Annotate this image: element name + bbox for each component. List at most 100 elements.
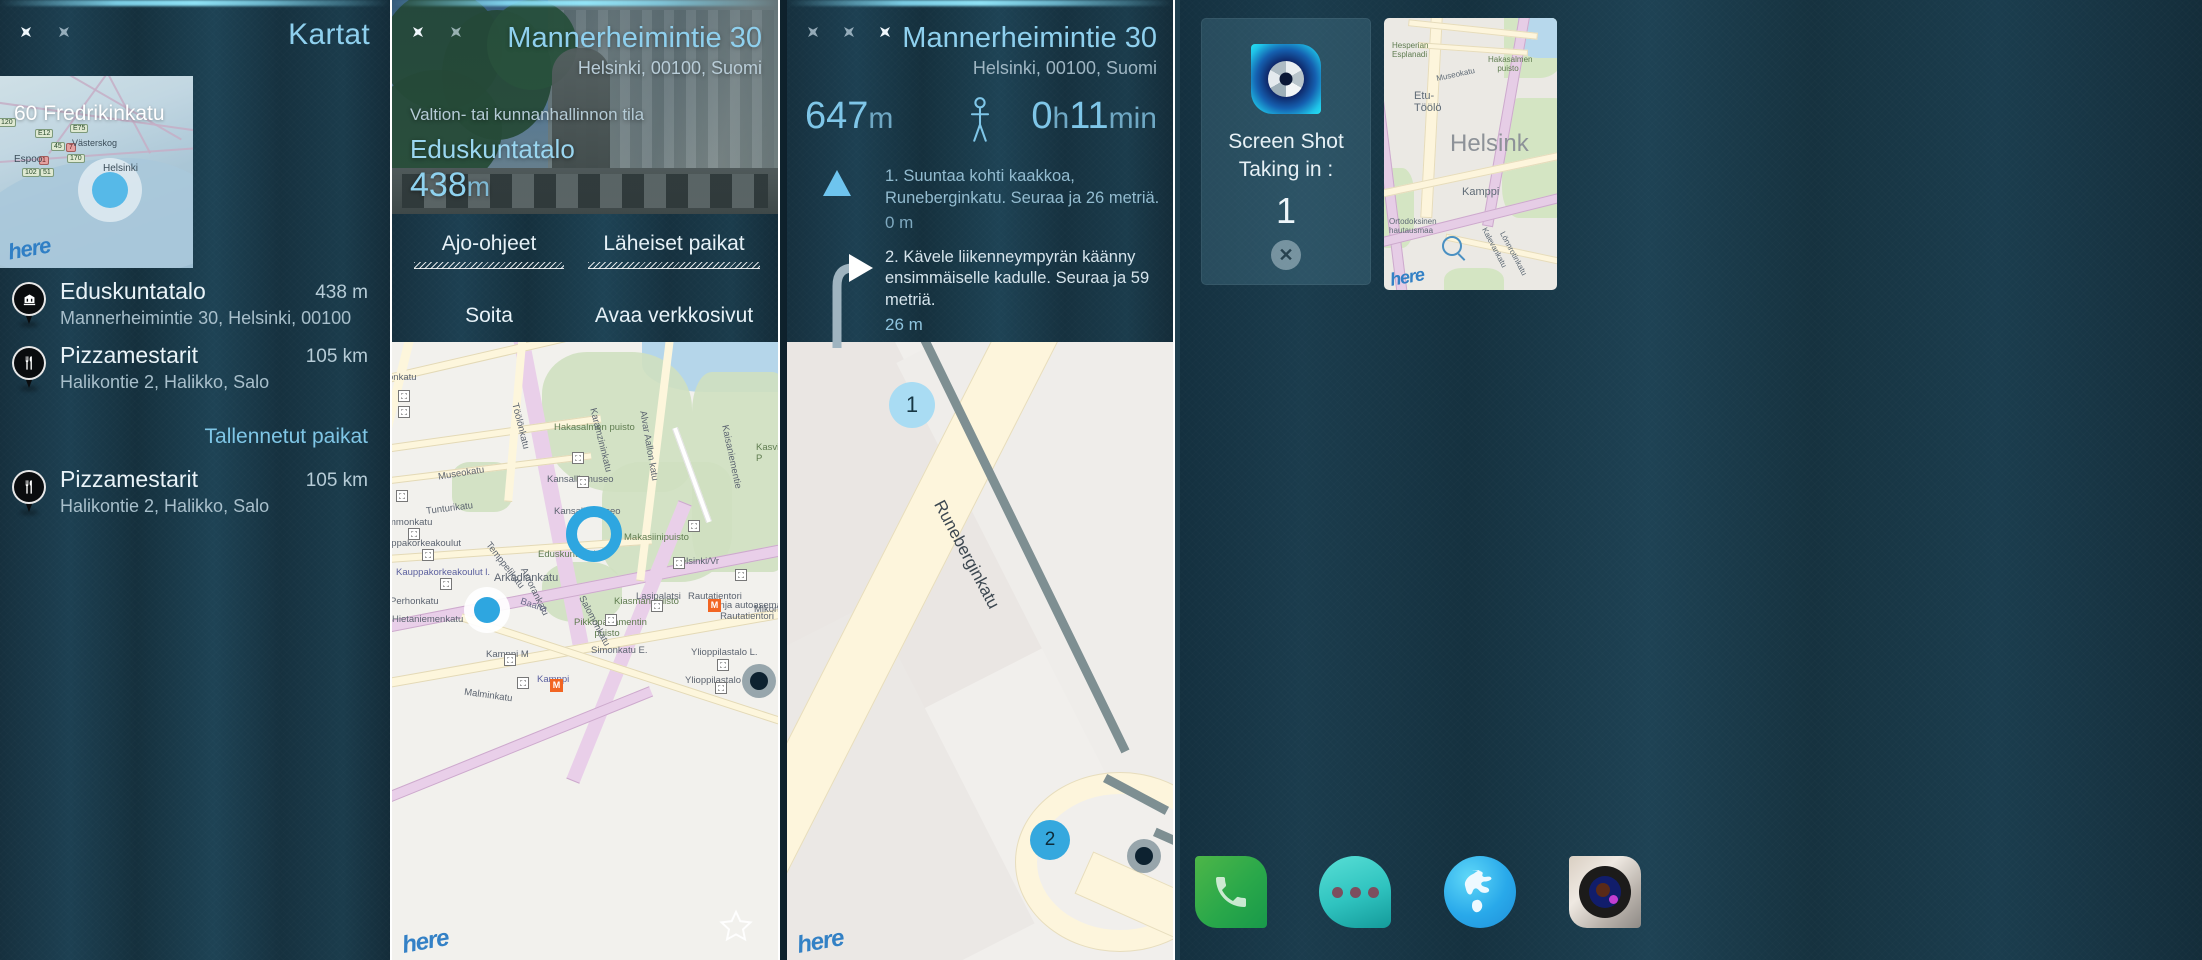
- step-text: 1. Suuntaa kohti kaakkoa, Runeberginkatu…: [885, 167, 1160, 207]
- action-underline: [588, 262, 760, 269]
- place-category: Valtion- tai kunnanhallinnon tila: [410, 105, 645, 124]
- step-text: 2. Kävele liikenneympyrän käänny ensimmä…: [885, 247, 1150, 310]
- map-label: Hesperian Esplanadi: [1392, 41, 1429, 59]
- map-label: Malminkatu: [463, 686, 514, 705]
- dock: [1180, 848, 2202, 936]
- star-outline-icon[interactable]: [716, 906, 756, 946]
- list-item[interactable]: Pizzamestarit Halikontie 2, Halikko, Sal…: [0, 464, 390, 534]
- app-cover-maps-list[interactable]: Kartat 120 E12 E75 45 7 170 1 51 102 Esp…: [0, 0, 390, 960]
- list-item[interactable]: Eduskuntatalo Mannerheimintie 30, Helsin…: [0, 276, 390, 346]
- navigation-step[interactable]: 1. Suuntaa kohti kaakkoa, Runeberginkatu…: [885, 166, 1163, 233]
- map-label: Arkadiankatu: [494, 572, 559, 584]
- duration-hours-unit: h: [1052, 102, 1070, 135]
- destination-dot: [742, 664, 776, 698]
- place-distance-value: 438: [410, 166, 467, 204]
- maneuver-track: [817, 168, 873, 348]
- top-glow: [0, 0, 390, 6]
- total-distance: 647m: [805, 95, 893, 138]
- map-label: Museokatu: [1435, 66, 1476, 83]
- map-label: Ortodoksinen hautausmaa: [1389, 217, 1437, 235]
- place-actions: Ajo-ohjeet Läheiset paikat Soita Avaa ve…: [392, 214, 778, 342]
- list-item[interactable]: Pizzamestarit Halikontie 2, Halikko, Sal…: [0, 340, 390, 410]
- dock-item-camera[interactable]: [1569, 856, 1641, 928]
- total-distance-value: 647: [805, 95, 869, 137]
- app-cover-navigation[interactable]: Mannerheimintie 30 Helsinki, 00100, Suom…: [787, 0, 1173, 960]
- map-label: Hakasalmen puisto: [1488, 55, 1533, 73]
- route-map[interactable]: 1 2 Runeberginkatu here: [787, 342, 1173, 960]
- map-thumbnail-label: 60 Fredrikinkatu: [14, 102, 165, 125]
- screenshot-line1: Screen Shot: [1228, 130, 1344, 153]
- navigation-step[interactable]: 2. Kävele liikenneympyrän käänny ensimmä…: [885, 247, 1163, 335]
- nearby-places-button[interactable]: Läheiset paikat: [588, 232, 760, 269]
- map-label: Hietaniemenkatu: [392, 614, 464, 625]
- home-screen[interactable]: Screen Shot Taking in : 1 ✕ Hesperian Es…: [1180, 0, 2202, 960]
- place-distance: 438m: [410, 166, 490, 205]
- sparkle-icon: [16, 22, 36, 42]
- step-distance: 26 m: [885, 314, 923, 334]
- directions-label: Ajo-ohjeet: [441, 232, 537, 255]
- dock-item-messages[interactable]: [1319, 856, 1391, 928]
- screenshot-line2: Taking in :: [1238, 157, 1334, 181]
- close-icon[interactable]: ✕: [1271, 240, 1301, 270]
- dock-item-browser[interactable]: [1444, 856, 1516, 928]
- nearby-places-label: Läheiset paikat: [603, 232, 745, 255]
- step-distance: 0 m: [885, 212, 914, 232]
- map-label: Makasiinipuisto: [624, 532, 689, 543]
- call-button[interactable]: Soita: [414, 304, 564, 328]
- place-title: Mannerheimintie 30: [507, 22, 762, 54]
- location-dot: [464, 587, 510, 633]
- screenshot-countdown-widget[interactable]: Screen Shot Taking in : 1 ✕: [1201, 18, 1371, 285]
- screenshot-countdown: 1: [1275, 190, 1297, 231]
- panel-divider: [778, 0, 780, 960]
- magnifier-icon[interactable]: [1442, 236, 1462, 256]
- home-screen-multitask-view: Kartat 120 E12 E75 45 7 170 1 51 102 Esp…: [0, 0, 2202, 960]
- directions-button[interactable]: Ajo-ohjeet: [414, 232, 564, 269]
- ambience-sparkles: [16, 22, 74, 42]
- map-thumbnail[interactable]: 120 E12 E75 45 7 170 1 51 102 Espoo Hels…: [0, 76, 193, 268]
- app-cover-place-detail[interactable]: Mannerheimintie 30 Helsinki, 00100, Suom…: [392, 0, 778, 960]
- top-glow: [392, 0, 778, 6]
- panel-divider: [1173, 0, 1175, 960]
- destination-dot: [1127, 839, 1161, 873]
- map-label: mmonkatu: [392, 517, 433, 528]
- map-city-label: Espoo: [14, 154, 43, 165]
- place-distance: 105 km: [305, 470, 368, 491]
- map-label: Simonkatu E.: [591, 645, 648, 656]
- restaurant-pin-icon: [12, 470, 46, 515]
- phone-icon: [1195, 856, 1267, 928]
- navigation-steps: 1. Suuntaa kohti kaakkoa, Runeberginkatu…: [885, 166, 1163, 349]
- sparkle-icon: [446, 22, 466, 42]
- duration-hours: 0: [1031, 95, 1053, 137]
- here-logo: here: [399, 924, 451, 959]
- detail-map[interactable]: onkatu Töölönkatu Museokatu Tunturikatu …: [392, 342, 778, 960]
- screenshot-title: Screen Shot Taking in :: [1201, 128, 1371, 183]
- open-website-button[interactable]: Avaa verkkosivut: [588, 304, 760, 328]
- duration-minutes: 11: [1069, 95, 1109, 137]
- total-distance-unit: m: [868, 102, 894, 135]
- open-website-label: Avaa verkkosivut: [594, 304, 754, 327]
- sparkle-icon: [875, 22, 895, 42]
- road-badge: 51: [40, 168, 54, 177]
- route-marker: 2: [1030, 820, 1070, 860]
- ambience-sparkles: [408, 22, 466, 42]
- restaurant-pin-icon: [12, 346, 46, 391]
- road-badge: 45: [51, 142, 65, 151]
- place-name: Eduskuntatalo: [410, 134, 575, 164]
- map-label: Kauppakorkeakoulut l.: [396, 567, 491, 578]
- place-address: Halikontie 2, Halikko, Salo: [60, 372, 270, 392]
- map-label: Kamppi: [1462, 186, 1500, 198]
- road-badge: E12: [35, 129, 54, 138]
- map-city-label: Helsink: [1450, 130, 1529, 157]
- place-address: Mannerheimintie 30, Helsinki, 00100: [60, 308, 352, 328]
- action-underline: [414, 262, 564, 269]
- building-pin-icon: [12, 282, 46, 327]
- dock-item-phone[interactable]: [1195, 856, 1267, 928]
- navigation-metrics: 647m 0h11min: [787, 95, 1173, 150]
- arrow-right-icon: [832, 254, 873, 348]
- map-label: Tunturikatu: [425, 500, 474, 517]
- map-label: uppakorkeakoulut: [392, 538, 461, 549]
- map-app-cover[interactable]: Hesperian Esplanadi Hakasalmen puisto Mu…: [1384, 18, 1557, 290]
- place-distance-unit: m: [466, 171, 491, 202]
- globe-icon: [1444, 856, 1516, 928]
- map-label: Ylioppilastalo L.: [691, 647, 758, 658]
